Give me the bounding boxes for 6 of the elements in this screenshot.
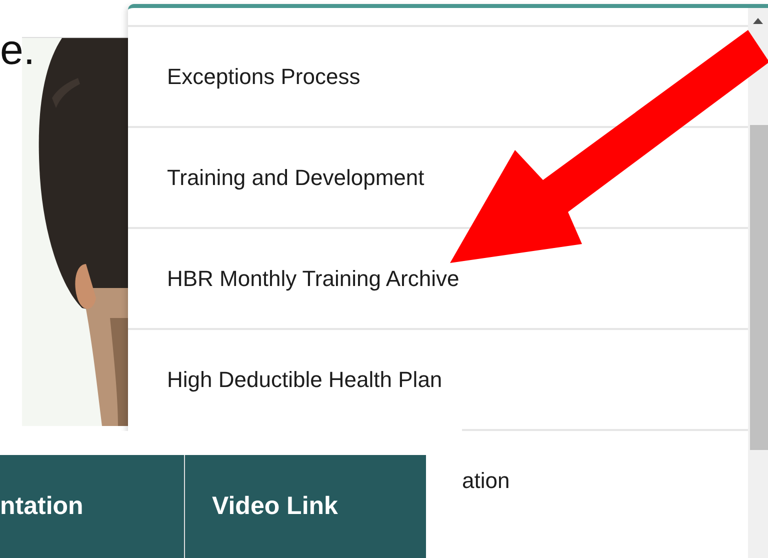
- scrollbar-thumb[interactable]: [750, 125, 768, 450]
- column-header: Video Link: [185, 455, 426, 558]
- page-heading: e.: [0, 25, 36, 75]
- scroll-up-icon[interactable]: [753, 18, 763, 24]
- scrollbar[interactable]: [748, 8, 768, 558]
- column-header: ntation: [0, 455, 185, 558]
